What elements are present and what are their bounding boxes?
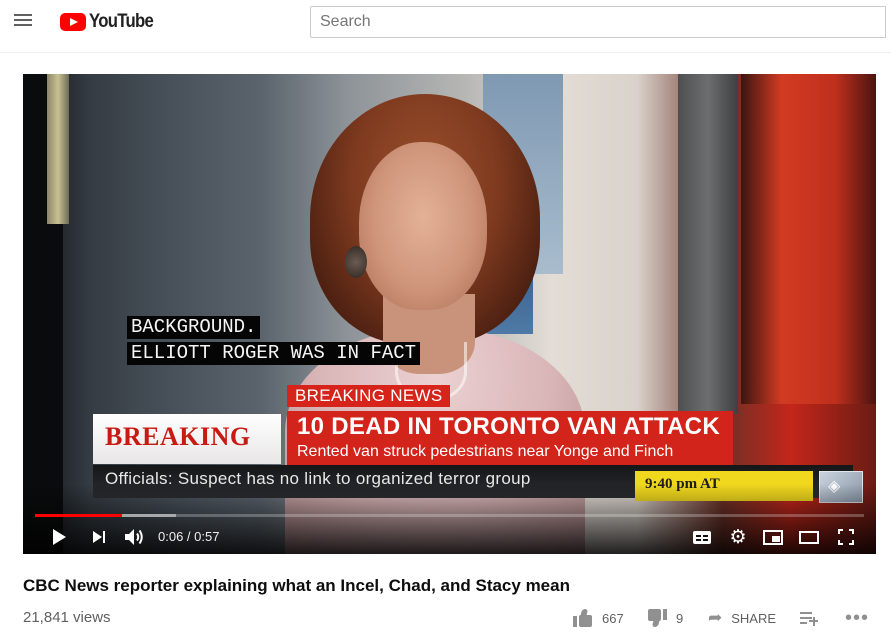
video-player[interactable]: BACKGROUND. ELLIOTT ROGER WAS IN FACT BR…: [23, 74, 876, 554]
breaking-text: BREAKING: [105, 422, 251, 451]
headline-box: 10 DEAD IN TORONTO VAN ATTACK Rented van…: [287, 411, 733, 465]
share-button[interactable]: ➦ SHARE: [708, 606, 776, 630]
miniplayer-button[interactable]: [760, 520, 786, 554]
video-frame[interactable]: BACKGROUND. ELLIOTT ROGER WAS IN FACT BR…: [23, 74, 876, 554]
miniplayer-icon: [763, 529, 783, 545]
like-count: 667: [602, 610, 624, 626]
share-label: SHARE: [731, 610, 777, 626]
scene-panel: [678, 74, 738, 414]
subtitles-icon: [693, 530, 711, 544]
like-button[interactable]: 667: [573, 606, 624, 630]
theater-mode-button[interactable]: [796, 520, 822, 554]
next-button[interactable]: [87, 520, 111, 554]
progress-bar[interactable]: [35, 514, 864, 517]
progress-played: [35, 514, 123, 517]
player-controls: 0:06 / 0:57 ⚙: [23, 520, 876, 554]
search-input[interactable]: [310, 6, 886, 38]
settings-button[interactable]: ⚙: [725, 520, 751, 554]
masthead: YouTube: [0, 0, 891, 44]
volume-icon: [125, 529, 143, 545]
youtube-logo[interactable]: YouTube: [60, 11, 162, 33]
reporter-earring: [345, 246, 367, 278]
time-display: 0:06 / 0:57: [158, 529, 220, 544]
add-to-playlist-icon: [800, 611, 818, 626]
thumbs-down-icon: [647, 609, 667, 627]
closed-caption-line: ELLIOTT ROGER WAS IN FACT: [127, 342, 421, 365]
add-to-playlist-button[interactable]: [800, 606, 818, 630]
scene-light: [47, 74, 69, 224]
thumbs-up-icon: [573, 609, 593, 627]
broadcast-headline: 10 DEAD IN TORONTO VAN ATTACK: [297, 413, 720, 440]
logo-text: YouTube: [89, 11, 154, 32]
theater-icon: [799, 530, 819, 544]
menu-icon[interactable]: [14, 12, 34, 32]
breaking-box: BREAKING: [93, 414, 281, 464]
reporter-face: [359, 142, 487, 310]
fullscreen-icon: [838, 529, 854, 545]
settings-icon: ⚙: [729, 526, 747, 548]
next-icon: [93, 531, 102, 543]
video-title: CBC News reporter explaining what an Inc…: [23, 576, 570, 595]
breaking-news-label: BREAKING NEWS: [287, 385, 451, 407]
dislike-button[interactable]: 9: [647, 606, 683, 630]
play-button[interactable]: [45, 520, 73, 554]
scene-red-panel: [741, 74, 876, 404]
share-icon: ➦: [708, 608, 723, 627]
broadcast-subheadline: Rented van struck pedestrians near Yonge…: [297, 443, 674, 460]
dislike-count: 9: [676, 610, 684, 626]
play-icon: [52, 529, 66, 545]
fullscreen-button[interactable]: [833, 520, 859, 554]
closed-caption-line: BACKGROUND.: [127, 316, 261, 339]
view-count: 21,841 views: [23, 609, 111, 626]
volume-button[interactable]: [121, 520, 147, 554]
more-actions-button[interactable]: •••: [845, 606, 869, 630]
more-icon: •••: [845, 607, 870, 629]
subtitles-button[interactable]: [689, 520, 715, 554]
masthead-divider: [0, 52, 891, 53]
youtube-logo-icon: [60, 13, 86, 31]
